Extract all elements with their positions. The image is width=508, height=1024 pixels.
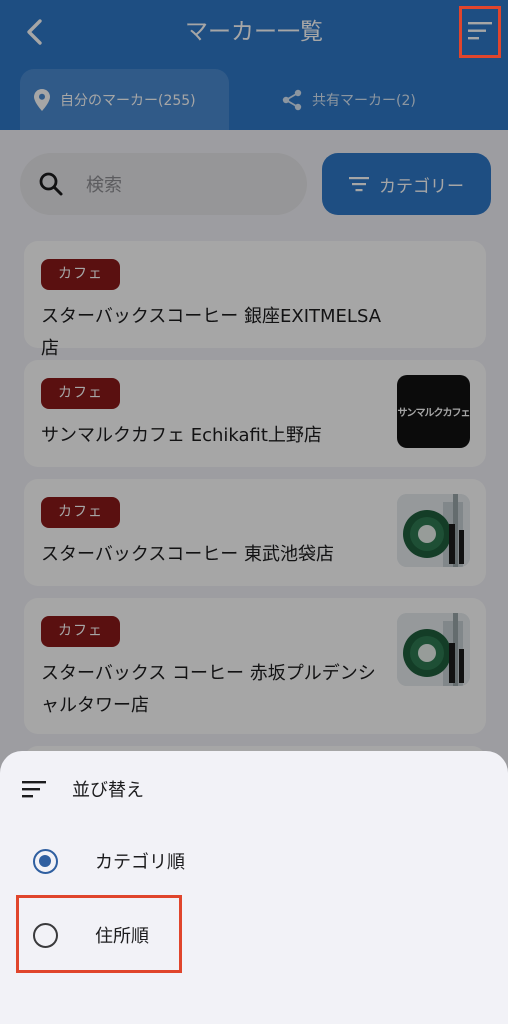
sort-option-category[interactable]: カテゴリ順 [33,846,185,876]
radio-selected-icon[interactable] [33,848,58,874]
sort-button-highlight [459,6,501,58]
sort-bottom-sheet: 並び替え カテゴリ順 住所順 [0,751,508,1024]
sheet-title: 並び替え [72,780,144,801]
option-highlight-box [16,895,182,973]
sheet-header: 並び替え [22,775,144,803]
sort-lines-icon [22,781,46,798]
sort-option-label: カテゴリ順 [95,852,185,873]
